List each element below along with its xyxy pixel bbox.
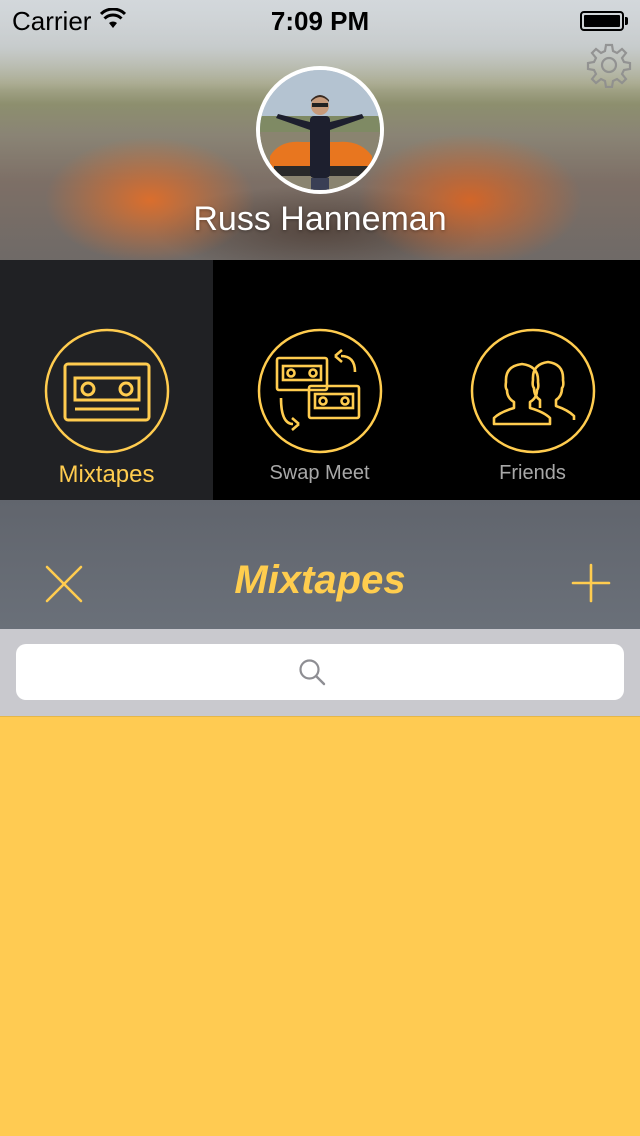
cassette-swap-icon	[257, 328, 383, 454]
tab-label-swap-meet: Swap Meet	[269, 462, 370, 484]
friends-icon	[470, 328, 596, 454]
profile-avatar[interactable]	[256, 66, 384, 194]
plus-icon[interactable]	[570, 562, 612, 604]
mixtapes-list	[0, 716, 640, 1136]
tab-mixtapes[interactable]: Mixtapes	[0, 260, 213, 500]
avatar-photo	[260, 70, 380, 190]
status-bar: Carrier 7:09 PM	[0, 0, 640, 40]
gear-icon[interactable]	[586, 42, 632, 88]
cassette-icon	[44, 328, 170, 454]
user-name: Russ Hanneman	[193, 200, 447, 238]
status-time: 7:09 PM	[270, 6, 370, 36]
tab-swap-meet[interactable]: Swap Meet	[213, 260, 426, 500]
tab-bar: Mixtapes Swap Meet Friends	[0, 260, 640, 500]
tab-friends[interactable]: Friends	[426, 260, 639, 500]
tab-label-mixtapes: Mixtapes	[58, 461, 155, 488]
search-bar	[0, 629, 640, 716]
battery-icon	[580, 11, 628, 31]
tab-label-friends: Friends	[499, 462, 566, 484]
search-input[interactable]	[16, 644, 624, 700]
page-title: Mixtapes	[234, 558, 406, 602]
